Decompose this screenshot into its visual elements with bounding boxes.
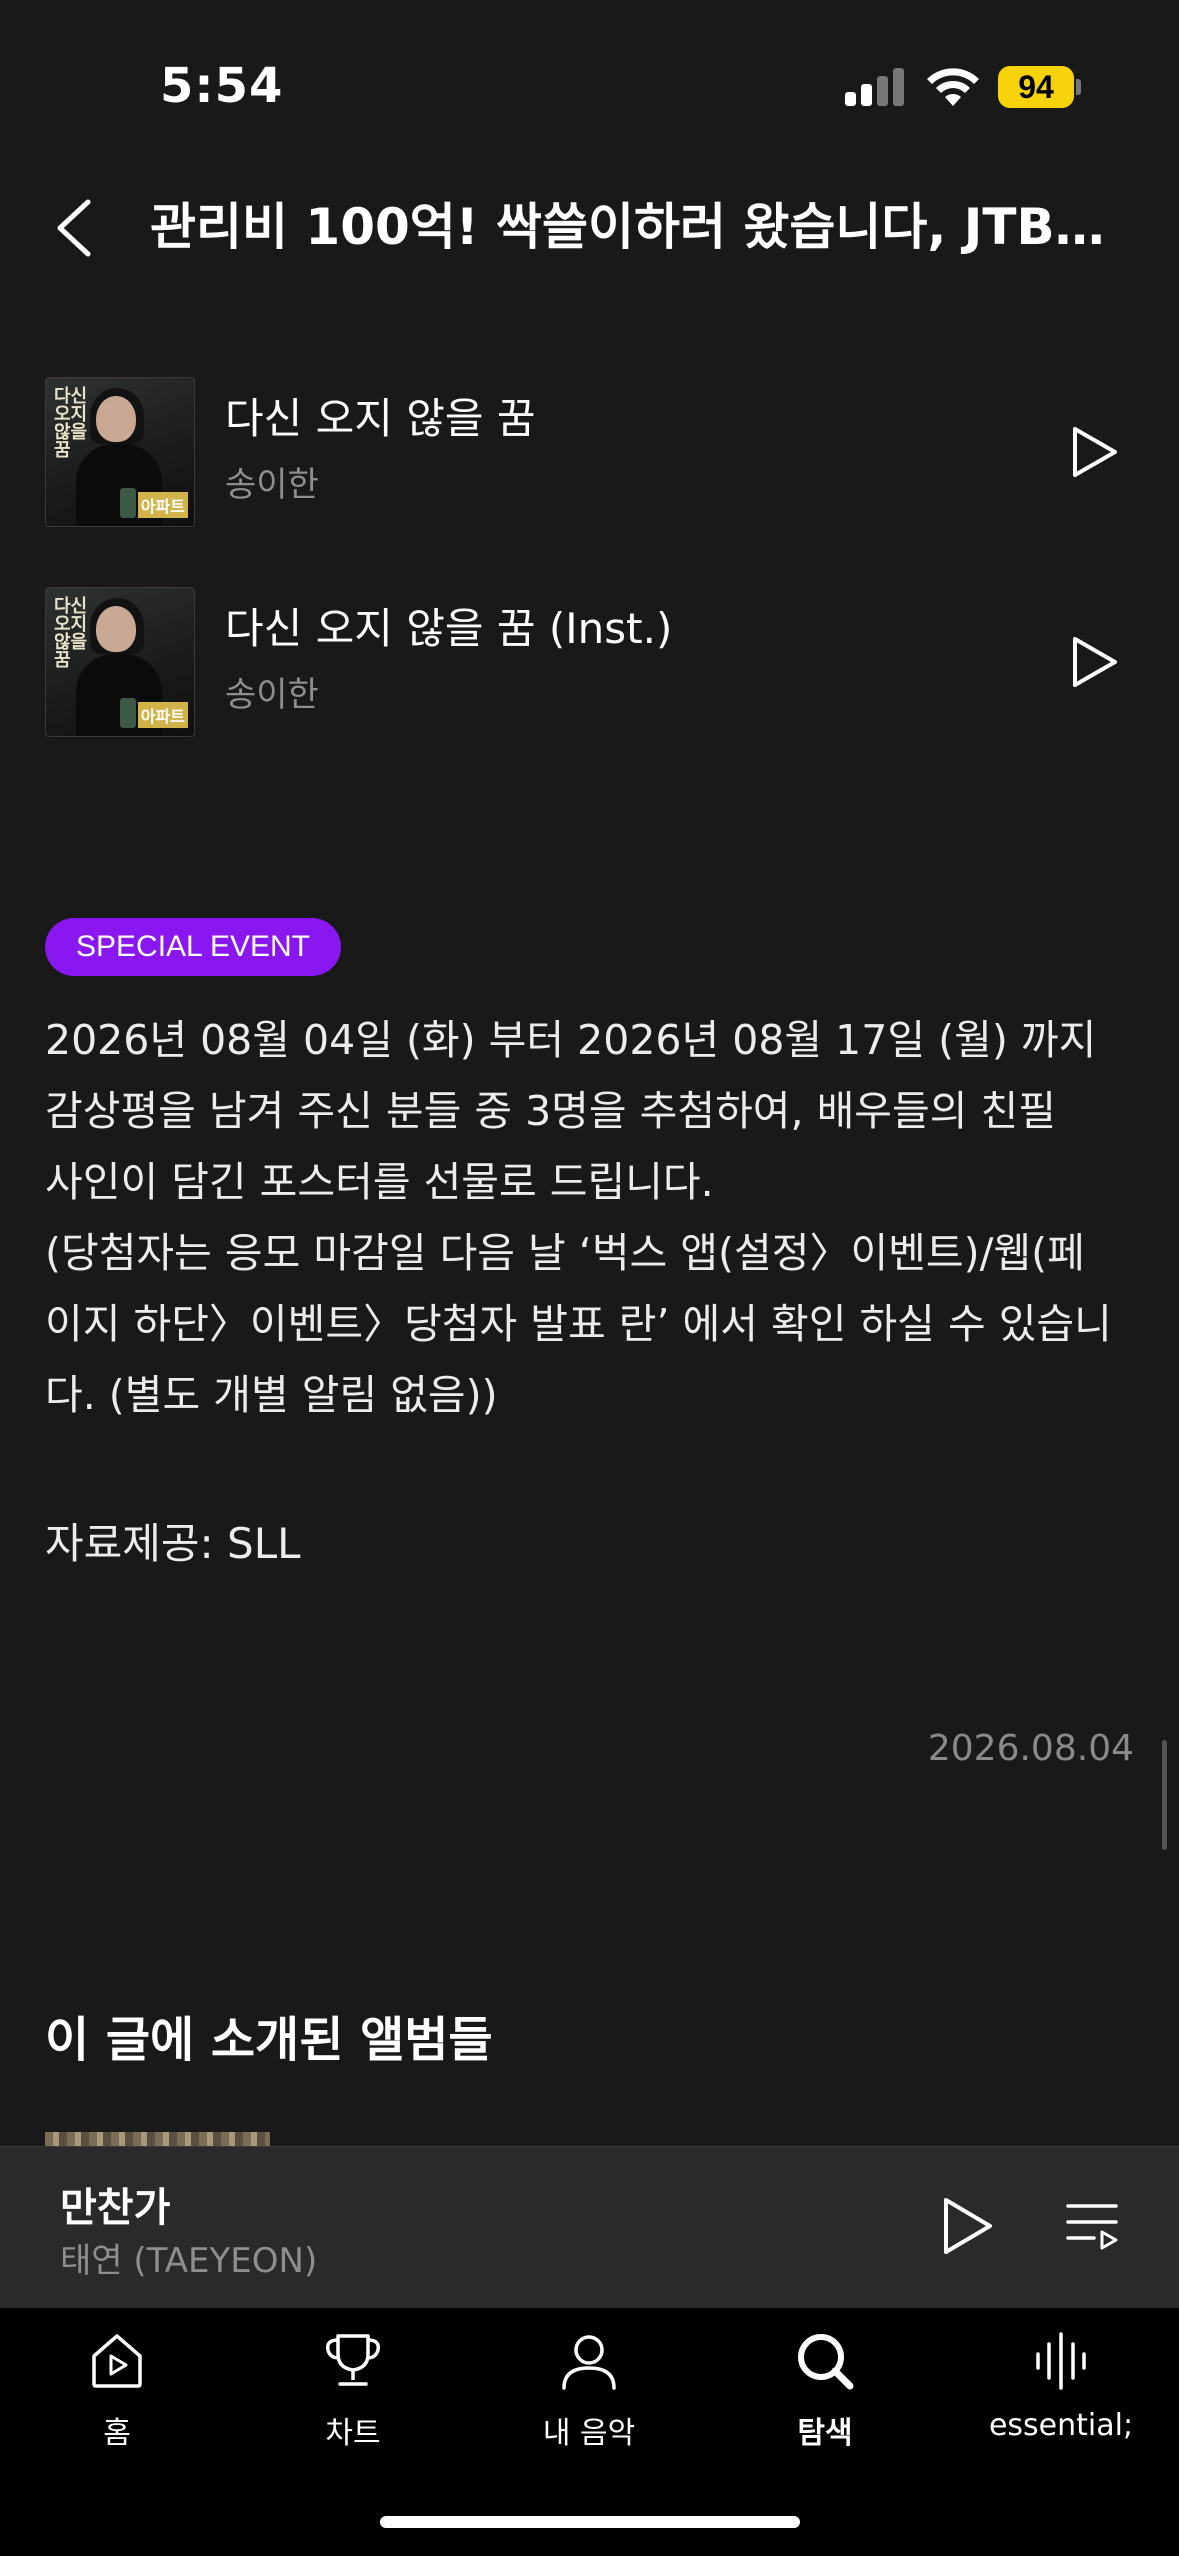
playlist-icon[interactable] xyxy=(1064,2198,1120,2254)
status-time: 5:54 xyxy=(160,58,284,114)
special-event-badge: SPECIAL EVENT xyxy=(45,918,341,976)
tab-label: 홈 xyxy=(103,2416,131,2451)
tab-label: essential; xyxy=(988,2408,1134,2443)
album-cover: 다신 오지 않을 꿈 아파트 xyxy=(45,587,195,737)
now-playing-title[interactable]: 만찬가 xyxy=(60,2175,170,2233)
album-cover: 다신 오지 않을 꿈 아파트 xyxy=(45,377,195,527)
tab-essential[interactable]: essential; xyxy=(966,2330,1156,2443)
page-title: 관리비 100억! 싹쓸이하러 왔습니다, JTBC 〈아파트〉 감상평 이벤트 xyxy=(150,198,1120,256)
play-icon[interactable] xyxy=(940,2196,996,2256)
event-line: 이지 하단〉이벤트〉당첨자 발표 란’ 에서 확인 하실 수 있습니 xyxy=(45,1300,1112,1348)
track-title: 다신 오지 않을 꿈 (Inst.) xyxy=(225,604,673,653)
tab-label: 차트 xyxy=(325,2416,381,2451)
back-arrow-icon[interactable] xyxy=(52,198,96,258)
tab-explore[interactable]: 탐색 xyxy=(730,2330,920,2452)
cover-brand: 아파트 xyxy=(137,702,188,728)
track-artist: 송이한 xyxy=(225,465,319,505)
play-icon[interactable] xyxy=(1070,635,1120,689)
home-indicator[interactable] xyxy=(380,2516,800,2528)
home-icon xyxy=(92,2334,142,2388)
signal-icon xyxy=(845,68,905,106)
event-line: 2026년 08월 04일 (화) 부터 2026년 08월 17일 (월) 까… xyxy=(45,1016,1097,1064)
soundwave-icon xyxy=(1036,2332,1086,2390)
event-line: 다. (별도 개별 알림 없음)) xyxy=(45,1371,498,1419)
search-icon xyxy=(798,2334,854,2390)
trophy-icon xyxy=(325,2334,381,2386)
scrollbar[interactable] xyxy=(1162,1740,1167,1850)
tab-label: 탐색 xyxy=(797,2416,853,2451)
mini-player[interactable] xyxy=(0,2146,1179,2309)
event-description: 2026년 08월 04일 (화) 부터 2026년 08월 17일 (월) 까… xyxy=(45,1005,1145,1431)
cover-title: 다신 오지 않을 꿈 xyxy=(54,596,88,671)
person-icon xyxy=(562,2335,616,2390)
track-row[interactable]: 다신 오지 않을 꿈 아파트 다신 오지 않을 꿈 (Inst.) 송이한 xyxy=(0,587,1179,747)
play-icon[interactable] xyxy=(1070,425,1120,479)
event-line: 사인이 담긴 포스터를 선물로 드립니다. xyxy=(45,1158,714,1206)
track-row[interactable]: 다신 오지 않을 꿈 아파트 다신 오지 않을 꿈 송이한 xyxy=(0,377,1179,537)
section-title: 이 글에 소개된 앨범들 xyxy=(45,2012,493,2068)
track-title: 다신 오지 않을 꿈 xyxy=(225,394,536,443)
battery-tip xyxy=(1076,79,1081,95)
cover-title: 다신 오지 않을 꿈 xyxy=(54,386,88,461)
cover-brand: 아파트 xyxy=(137,492,188,518)
tab-chart[interactable]: 차트 xyxy=(258,2330,448,2452)
event-line: 감상평을 남겨 주신 분들 중 3명을 추첨하여, 배우들의 친필 xyxy=(45,1087,1056,1135)
source-credit: 자료제공: SLL xyxy=(45,1519,301,1568)
wifi-icon xyxy=(927,68,979,106)
tab-label: 내 음악 xyxy=(542,2416,636,2451)
now-playing-artist: 태연 (TAEYEON) xyxy=(60,2241,318,2281)
event-line: (당첨자는 응모 마감일 다음 날 ‘벅스 앱(설정〉이벤트)/웹(페 xyxy=(45,1229,1085,1277)
battery-indicator: 94 xyxy=(998,66,1074,108)
tab-my-music[interactable]: 내 음악 xyxy=(494,2330,684,2452)
track-artist: 송이한 xyxy=(225,675,319,715)
post-date: 2026.08.04 xyxy=(927,1728,1134,1769)
tab-home[interactable]: 홈 xyxy=(22,2330,212,2452)
